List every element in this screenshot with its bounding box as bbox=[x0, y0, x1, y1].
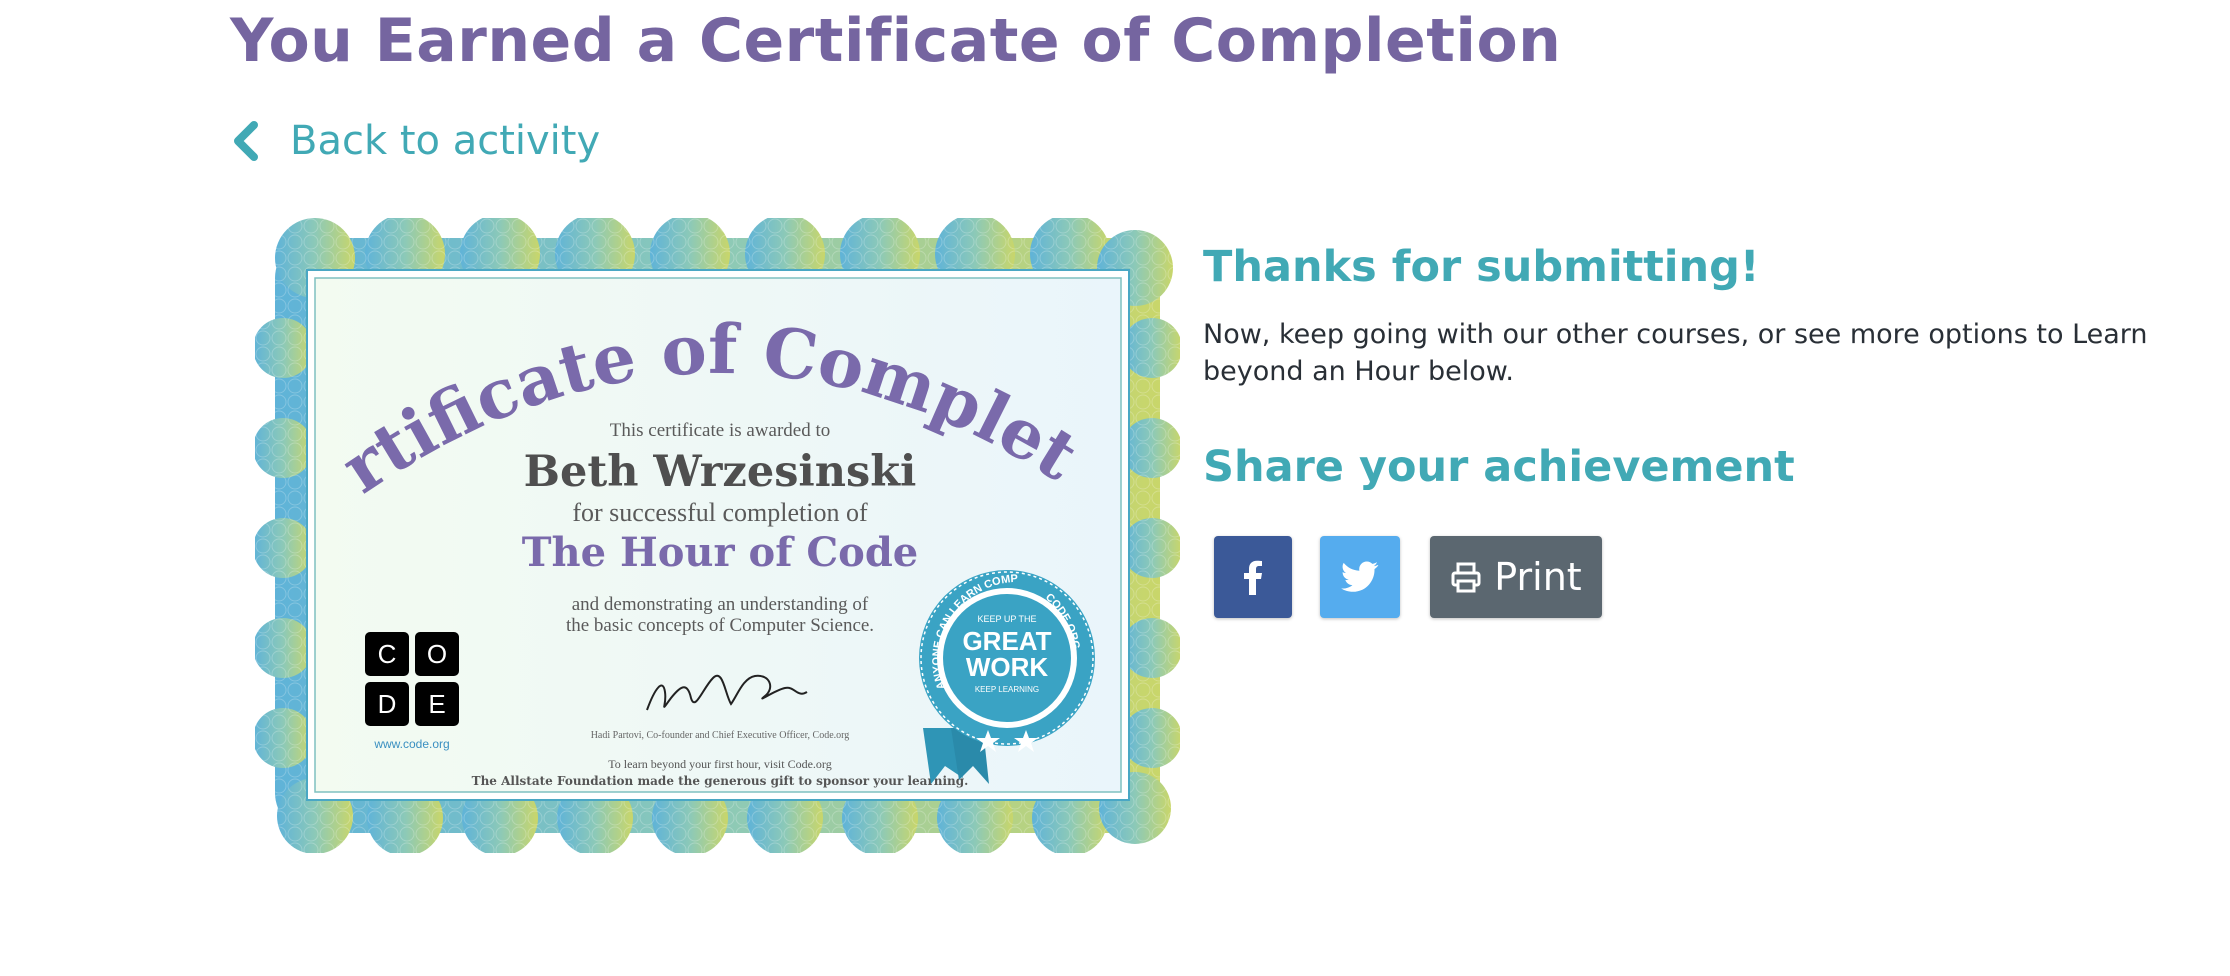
certificate-image: Certificate of Completion This certifica… bbox=[228, 155, 1182, 856]
thanks-heading: Thanks for submitting! bbox=[1203, 242, 1760, 292]
svg-text:WORK: WORK bbox=[966, 652, 1049, 682]
certificate-understanding-line-2: the basic concepts of Computer Science. bbox=[566, 615, 874, 636]
certificate-recipient: Beth Wrzesinski bbox=[524, 447, 917, 497]
print-label: Print bbox=[1494, 555, 1582, 599]
share-heading: Share your achievement bbox=[1203, 442, 1795, 492]
certificate-learn-line: To learn beyond your first hour, visit C… bbox=[608, 757, 831, 771]
confirmation-panel: Thanks for submitting! Now, keep going w… bbox=[1203, 242, 2163, 492]
facebook-icon bbox=[1244, 560, 1262, 595]
svg-text:KEEP UP THE: KEEP UP THE bbox=[977, 614, 1036, 624]
twitter-share-button[interactable] bbox=[1320, 536, 1400, 618]
certificate-sponsor-line: The Allstate Foundation made the generou… bbox=[472, 774, 969, 788]
share-buttons: Print bbox=[1214, 536, 1602, 618]
certificate-awarded-line: This certificate is awarded to bbox=[610, 420, 831, 441]
svg-text:D: D bbox=[378, 689, 397, 719]
certificate-signer: Hadi Partovi, Co-founder and Chief Execu… bbox=[591, 730, 850, 741]
svg-text:C: C bbox=[378, 639, 397, 669]
back-link-label: Back to activity bbox=[290, 118, 601, 164]
certificate-course: The Hour of Code bbox=[522, 529, 919, 576]
printer-icon bbox=[1451, 562, 1481, 593]
svg-text:KEEP LEARNING: KEEP LEARNING bbox=[975, 685, 1039, 694]
thanks-message: Now, keep going with our other courses, … bbox=[1203, 319, 2148, 387]
svg-text:E: E bbox=[428, 689, 445, 719]
page-title: You Earned a Certificate of Completion bbox=[230, 6, 1562, 76]
svg-text:www.code.org: www.code.org bbox=[373, 737, 449, 751]
certificate-completion-line: for successful completion of bbox=[572, 498, 868, 527]
svg-text:O: O bbox=[427, 639, 447, 669]
back-to-activity-link[interactable]: Back to activity bbox=[230, 118, 600, 164]
twitter-icon bbox=[1341, 561, 1379, 592]
certificate-understanding-line-1: and demonstrating an understanding of bbox=[572, 594, 869, 615]
chevron-left-icon bbox=[234, 121, 258, 161]
print-button[interactable]: Print bbox=[1430, 536, 1602, 618]
facebook-share-button[interactable] bbox=[1214, 536, 1292, 618]
